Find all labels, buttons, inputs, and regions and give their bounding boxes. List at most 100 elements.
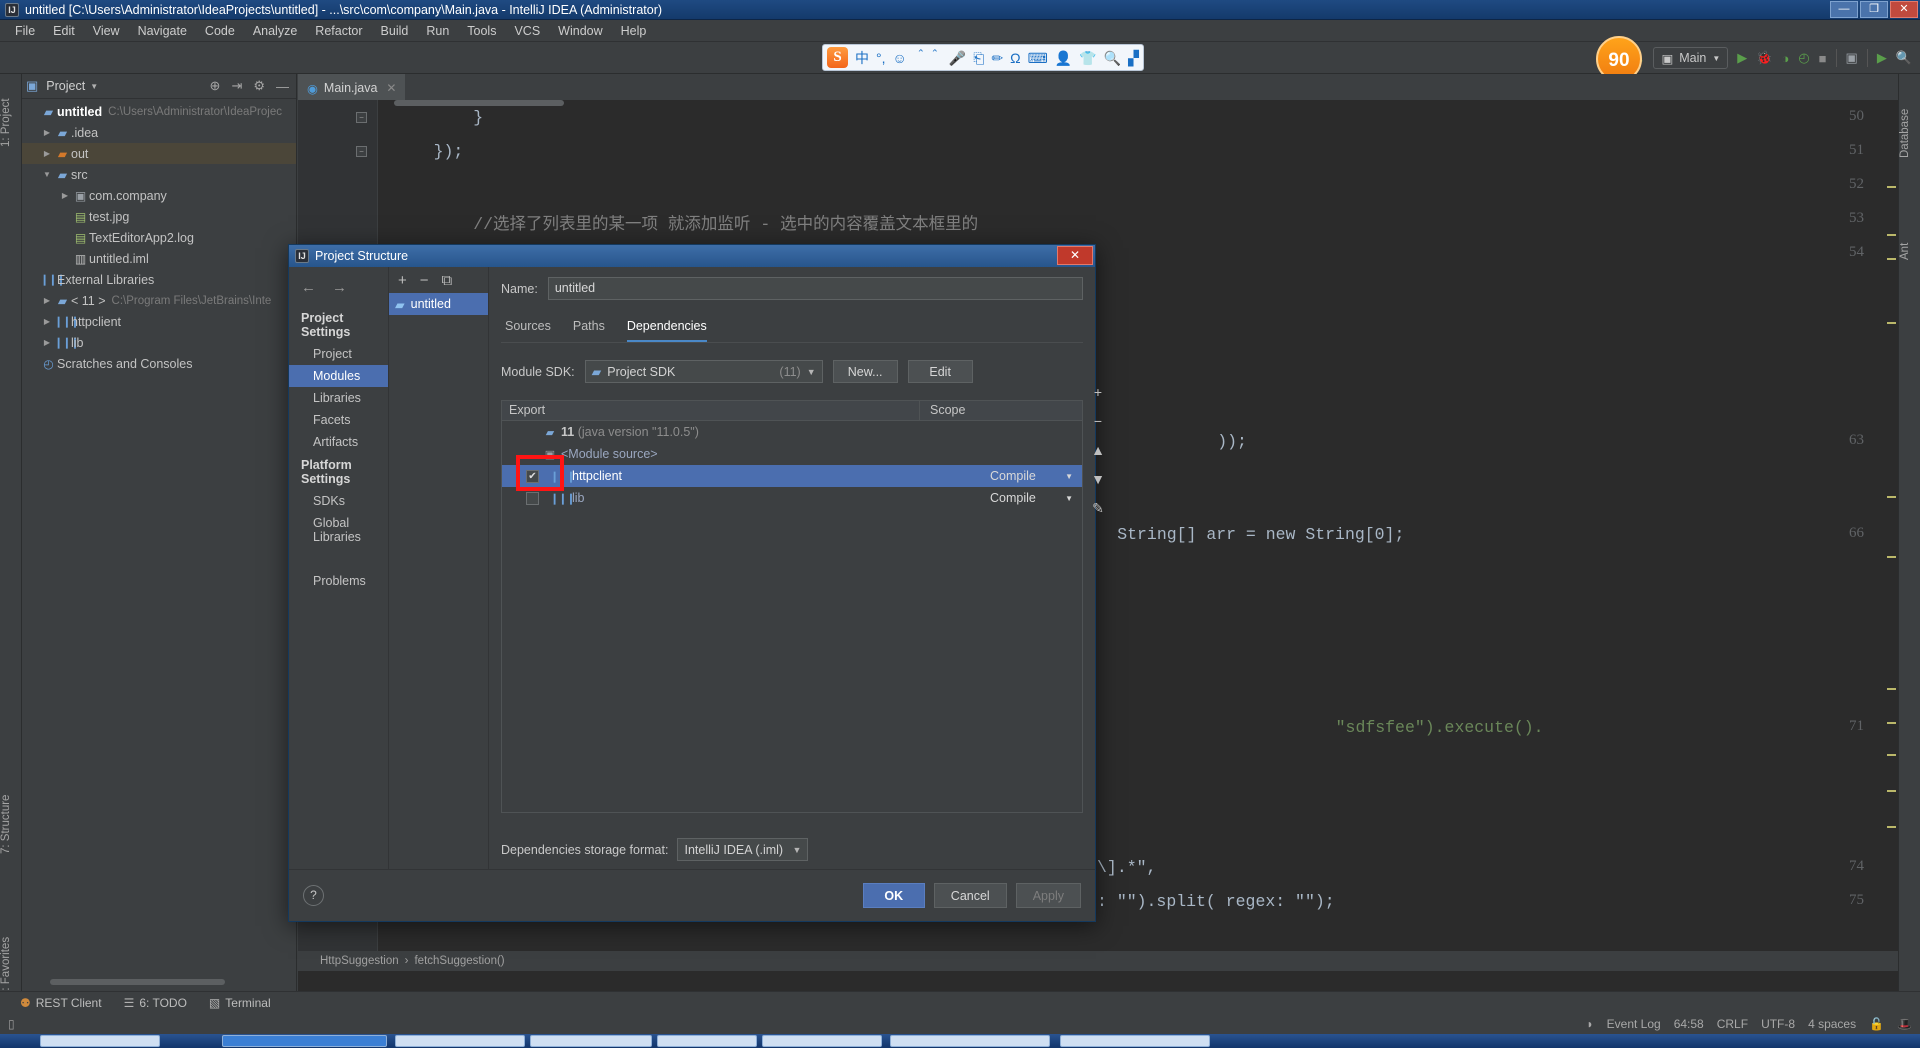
- nav-item-global-libraries[interactable]: Global Libraries: [289, 512, 388, 548]
- target-icon[interactable]: ⊕: [207, 78, 224, 94]
- hide-icon[interactable]: —: [273, 79, 292, 94]
- menu-item-run[interactable]: Run: [417, 22, 458, 40]
- tab-paths[interactable]: Paths: [573, 319, 605, 342]
- tab-dependencies[interactable]: Dependencies: [626, 319, 707, 342]
- add-module-icon[interactable]: +: [398, 272, 407, 289]
- menu-item-vcs[interactable]: VCS: [505, 22, 549, 40]
- breadcrumb-item-class[interactable]: HttpSuggestion: [320, 955, 399, 967]
- remove-dependency-icon[interactable]: −: [1094, 413, 1102, 429]
- file-encoding[interactable]: UTF-8: [1761, 1017, 1795, 1031]
- breadcrumb-item-method[interactable]: fetchSuggestion(): [414, 955, 504, 967]
- editor-horizontal-scrollbar[interactable]: [394, 100, 564, 106]
- copy-module-icon[interactable]: ⧉: [442, 272, 453, 289]
- event-log-button[interactable]: Event Log: [1607, 1017, 1661, 1031]
- search-everywhere-icon[interactable]: 🔍: [1896, 50, 1912, 66]
- coverage-icon[interactable]: ◑: [1781, 51, 1789, 66]
- close-icon[interactable]: ✕: [386, 81, 396, 95]
- edit-sdk-button[interactable]: Edit: [907, 360, 973, 383]
- table-row-httpclient[interactable]: ✔ ❙❙❙ httpclient Compile ▼: [502, 455, 1082, 491]
- stop-icon[interactable]: ■: [1819, 51, 1827, 66]
- dialog-close-button[interactable]: ✕: [1057, 246, 1093, 265]
- tree-node-untitled[interactable]: ▰ untitled C:\Users\Administrator\IdeaPr…: [22, 101, 296, 122]
- terminal-icon[interactable]: ▶: [1877, 50, 1887, 66]
- module-name-input[interactable]: untitled: [547, 277, 1083, 300]
- sogou-logo-icon[interactable]: S: [827, 47, 848, 68]
- debug-icon[interactable]: 🐞: [1756, 50, 1772, 66]
- taskbar-item[interactable]: [890, 1035, 1050, 1047]
- sidebar-item-ant[interactable]: Ant: [1899, 224, 1920, 279]
- maximize-button[interactable]: ❐: [1860, 1, 1888, 18]
- ime-keyboard-icon[interactable]: ⌨: [1028, 51, 1048, 65]
- menu-item-tools[interactable]: Tools: [458, 22, 505, 40]
- ime-account-icon[interactable]: 👤: [1055, 51, 1072, 65]
- toggle-toolwindows-icon[interactable]: ▯: [8, 1017, 15, 1031]
- tree-node-lib[interactable]: ▶ ❙❙❙ lib: [22, 332, 296, 353]
- module-list-item-untitled[interactable]: ▰ untitled: [389, 293, 488, 315]
- profile-icon[interactable]: ◴: [1798, 50, 1809, 66]
- cancel-button[interactable]: Cancel: [933, 883, 1007, 908]
- chevron-down-icon[interactable]: ▼: [793, 845, 802, 855]
- tree-node-httpclient[interactable]: ▶ ❙❙❙ httpclient: [22, 311, 296, 332]
- menu-item-build[interactable]: Build: [372, 22, 418, 40]
- export-checkbox-httpclient[interactable]: ✔: [526, 469, 539, 483]
- taskbar-item[interactable]: [657, 1035, 757, 1047]
- menu-item-view[interactable]: View: [84, 22, 129, 40]
- menu-item-analyze[interactable]: Analyze: [244, 22, 306, 40]
- taskbar-item[interactable]: [222, 1035, 387, 1047]
- project-structure-icon[interactable]: ▣: [1846, 50, 1858, 66]
- move-down-icon[interactable]: ▼: [1091, 471, 1105, 487]
- line-separator[interactable]: CRLF: [1717, 1017, 1748, 1031]
- tree-node-com-company[interactable]: ▶ ▣ com.company: [22, 185, 296, 206]
- menu-item-navigate[interactable]: Navigate: [129, 22, 196, 40]
- taskbar-item[interactable]: [530, 1035, 652, 1047]
- ime-search-icon[interactable]: 🔍: [1104, 51, 1121, 65]
- tree-node-untitled-iml[interactable]: ▥ untitled.iml: [22, 248, 296, 269]
- menu-item-refactor[interactable]: Refactor: [306, 22, 371, 40]
- module-sdk-combo[interactable]: ▰ Project SDK (11) ▼: [584, 360, 823, 383]
- bottom-tab-terminal[interactable]: ▧ Terminal: [209, 996, 271, 1010]
- minimize-button[interactable]: —: [1830, 1, 1858, 18]
- table-row[interactable]: ▣ <Module source>: [502, 443, 1082, 465]
- code-fold-icon[interactable]: −: [356, 146, 367, 157]
- taskbar-item[interactable]: [762, 1035, 882, 1047]
- tree-node-scratches[interactable]: ◴ Scratches and Consoles: [22, 353, 296, 374]
- menu-item-help[interactable]: Help: [612, 22, 656, 40]
- indent-setting[interactable]: 4 spaces: [1808, 1017, 1856, 1031]
- nav-item-facets[interactable]: Facets: [289, 409, 388, 431]
- tree-expander[interactable]: ▶: [40, 338, 54, 347]
- menu-item-code[interactable]: Code: [196, 22, 244, 40]
- edit-dependency-icon[interactable]: ✎: [1092, 500, 1104, 517]
- ime-toolbox-icon[interactable]: ▞: [1128, 51, 1139, 65]
- tree-node-sdk-11[interactable]: ▶ ▰ < 11 > C:\Program Files\JetBrains\In…: [22, 290, 296, 311]
- nav-item-problems[interactable]: Problems: [289, 570, 388, 592]
- sidebar-item-structure[interactable]: 7: Structure: [0, 774, 22, 874]
- tree-expander[interactable]: ▶: [58, 191, 72, 200]
- menu-item-edit[interactable]: Edit: [44, 22, 84, 40]
- gear-icon[interactable]: ⚙: [250, 78, 268, 94]
- project-horizontal-scrollbar[interactable]: [50, 979, 225, 985]
- tab-main-java[interactable]: ◉ Main.java ✕: [298, 74, 406, 100]
- table-row-lib[interactable]: ❙❙❙ lib Compile ▼: [502, 487, 1082, 509]
- ime-voice-icon[interactable]: 🎤: [949, 51, 966, 65]
- sogou-ime-toolbar[interactable]: S 中 °, ☺ ＾＾ 🎤 ⎗ ✏ Ω ⌨ 👤 👕 🔍 ▞: [822, 44, 1144, 71]
- tab-sources[interactable]: Sources: [505, 319, 551, 342]
- tree-expander[interactable]: ▶: [40, 296, 54, 305]
- sidebar-item-database[interactable]: Database: [1899, 88, 1920, 178]
- nav-item-modules[interactable]: Modules: [289, 365, 388, 387]
- tree-expander[interactable]: ▼: [40, 170, 54, 179]
- tree-node-src[interactable]: ▼ ▰ src: [22, 164, 296, 185]
- ime-handwriting-icon[interactable]: ✏: [991, 51, 1003, 65]
- close-button[interactable]: ✕: [1890, 1, 1918, 18]
- help-button[interactable]: ?: [303, 885, 324, 906]
- ime-punctuation-icon[interactable]: °,: [876, 51, 886, 65]
- lock-icon[interactable]: 🔓: [1869, 1017, 1884, 1031]
- ime-expression-icon[interactable]: ＾＾: [914, 51, 942, 65]
- add-dependency-icon[interactable]: +: [1094, 384, 1102, 400]
- menu-item-window[interactable]: Window: [549, 22, 611, 40]
- chevron-down-icon[interactable]: ▼: [807, 367, 816, 377]
- taskbar-item[interactable]: [1060, 1035, 1210, 1047]
- nav-item-sdks[interactable]: SDKs: [289, 490, 388, 512]
- apply-button[interactable]: Apply: [1015, 883, 1081, 908]
- nav-forward-icon[interactable]: →: [332, 279, 347, 296]
- error-stripe[interactable]: [1884, 126, 1898, 911]
